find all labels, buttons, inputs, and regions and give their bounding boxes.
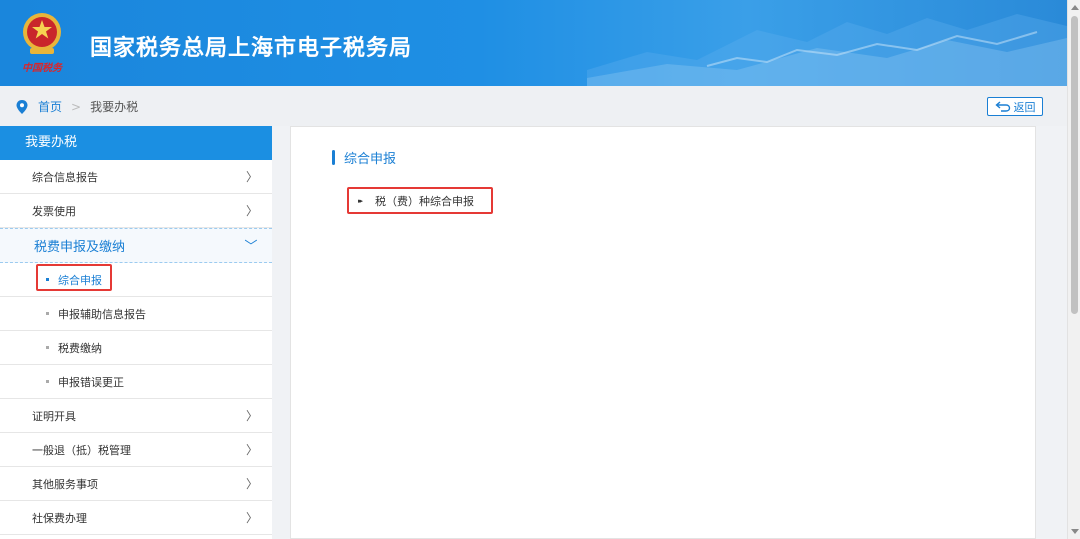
- vertical-scrollbar[interactable]: [1067, 0, 1080, 539]
- scroll-down-arrow-icon[interactable]: [1071, 529, 1079, 534]
- sidebar-item-certificate-issuance[interactable]: 证明开具 〉: [0, 399, 272, 433]
- svg-text:中国税务: 中国税务: [22, 62, 64, 74]
- sub-item-label: 申报错误更正: [58, 375, 124, 389]
- section-title: 综合申报: [332, 148, 396, 167]
- tax-emblem-logo: 中国税务: [22, 13, 64, 74]
- bullet-icon: [46, 380, 49, 383]
- location-pin-icon: [16, 99, 28, 114]
- scrollbar-thumb[interactable]: [1071, 16, 1078, 314]
- site-title: 国家税务总局上海市电子税务局: [90, 36, 413, 61]
- breadcrumb-separator: >: [71, 99, 82, 114]
- chevron-right-icon: 〉: [245, 170, 258, 184]
- sidebar-item-tax-refund-management[interactable]: 一般退（抵）税管理 〉: [0, 433, 272, 467]
- sidebar-item-invoice-use[interactable]: 发票使用 〉: [0, 194, 272, 228]
- link-label: 税（费）种综合申报: [375, 194, 475, 208]
- sub-item-declaration-correction[interactable]: 申报错误更正: [0, 365, 272, 399]
- return-icon: [994, 101, 1010, 112]
- tax-comprehensive-declaration-link[interactable]: ▸▸ 税（费）种综合申报: [347, 187, 493, 214]
- bullet-icon: [46, 312, 49, 315]
- double-arrow-icon: ▸▸: [358, 196, 363, 205]
- breadcrumb: 首页 > 我要办税: [16, 98, 138, 115]
- sidebar: 我要办税 综合信息报告 〉 发票使用 〉 税费申报及缴纳 〉 综合申报 申报辅助…: [0, 126, 272, 539]
- sub-item-auxiliary-info-report[interactable]: 申报辅助信息报告: [0, 297, 272, 331]
- title-accent-bar: [332, 150, 335, 165]
- breadcrumb-home-link[interactable]: 首页: [38, 98, 62, 115]
- chevron-right-icon: 〉: [245, 477, 258, 491]
- site-header: 中国税务 国家税务总局上海市电子税务局: [0, 0, 1067, 86]
- sidebar-item-label: 一般退（抵）税管理: [32, 443, 131, 457]
- sidebar-item-label: 其他服务事项: [32, 477, 98, 491]
- chevron-down-icon: 〉: [241, 238, 257, 253]
- breadcrumb-bar: 首页 > 我要办税: [0, 86, 1067, 126]
- scroll-up-arrow-icon[interactable]: [1071, 5, 1079, 10]
- sub-item-label: 税费缴纳: [58, 341, 102, 355]
- breadcrumb-current: 我要办税: [90, 100, 139, 114]
- bullet-icon: [46, 346, 49, 349]
- sidebar-heading: 我要办税: [0, 126, 272, 160]
- section-title-text: 综合申报: [344, 152, 397, 167]
- main-panel: 综合申报 ▸▸ 税（费）种综合申报: [290, 126, 1036, 539]
- sidebar-item-label: 证明开具: [32, 409, 76, 423]
- sidebar-item-tax-declaration-payment[interactable]: 税费申报及缴纳 〉: [0, 228, 272, 263]
- sidebar-item-label: 综合信息报告: [32, 170, 98, 184]
- sub-item-label: 申报辅助信息报告: [58, 307, 146, 321]
- great-wall-banner: [587, 14, 1067, 86]
- back-button[interactable]: 返回: [987, 97, 1043, 116]
- chevron-right-icon: 〉: [245, 511, 258, 525]
- sidebar-item-comprehensive-info-report[interactable]: 综合信息报告 〉: [0, 160, 272, 194]
- chevron-right-icon: 〉: [245, 409, 258, 423]
- highlight-box: [36, 264, 112, 291]
- chevron-right-icon: 〉: [245, 443, 258, 457]
- sidebar-item-social-insurance[interactable]: 社保费办理 〉: [0, 501, 272, 535]
- sidebar-item-label: 税费申报及缴纳: [34, 240, 126, 255]
- sidebar-item-label: 发票使用: [32, 204, 76, 218]
- sidebar-item-label: 社保费办理: [32, 511, 87, 525]
- back-button-label: 返回: [1013, 100, 1036, 114]
- chevron-right-icon: 〉: [245, 204, 258, 218]
- sub-item-tax-payment[interactable]: 税费缴纳: [0, 331, 272, 365]
- sidebar-item-other-services[interactable]: 其他服务事项 〉: [0, 467, 272, 501]
